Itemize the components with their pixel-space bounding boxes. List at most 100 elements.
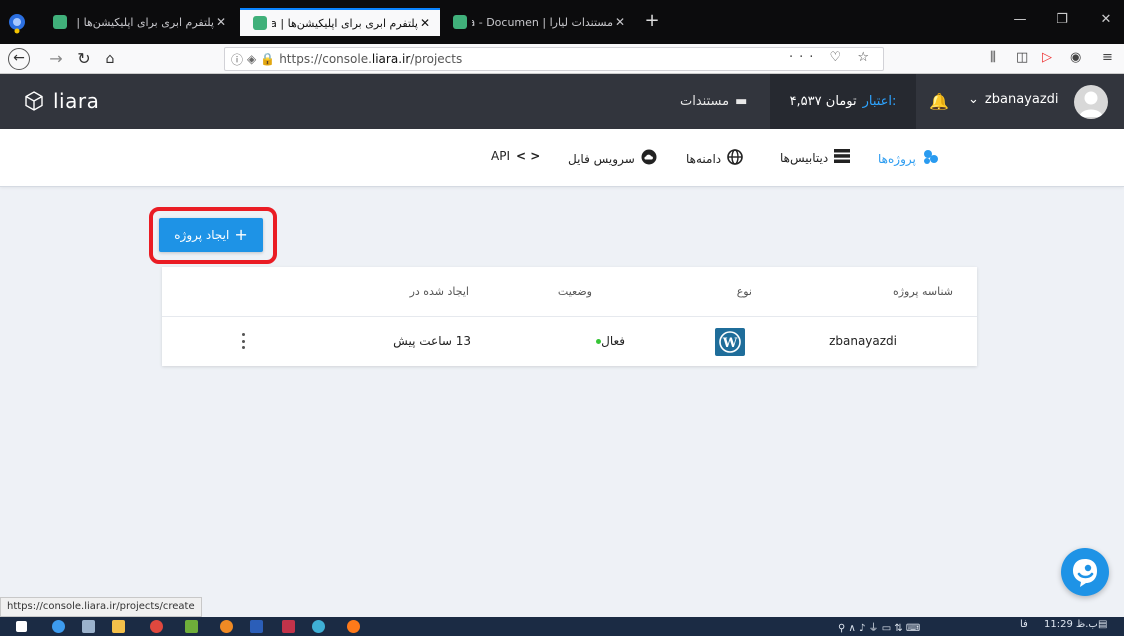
input-language[interactable]: فا (1020, 619, 1028, 630)
globe-icon (727, 149, 743, 168)
tray-icons[interactable]: ⚲ ∧ ♪ ⏚ ▭ ⇅ ⌨ (838, 619, 920, 634)
user-silhouette-icon (1079, 91, 1103, 117)
tab-file-service-label: سرویس فایل (568, 151, 635, 166)
table-row[interactable]: zbanayazdi W فعال 13 ساعت پیش (162, 317, 977, 366)
cortana-icon[interactable] (52, 620, 65, 633)
tab-title: پلتفرم ابری برای اپلیکیشن‌ها | Liara (272, 16, 418, 30)
restore-icon[interactable]: ❐ (1052, 12, 1072, 27)
main-nav: پروژه‌ها دیتابیس‌ها دامنه‌ها سرویس فایل … (0, 129, 1124, 187)
docs-icon: ▬ (735, 94, 748, 109)
page-actions-icon[interactable]: ··· ♡ ☆ (789, 50, 875, 65)
header-type: نوع (736, 285, 752, 298)
projects-icon (922, 149, 940, 168)
shield-icon[interactable]: ◈ (247, 52, 256, 66)
chat-bubble-icon (1073, 559, 1097, 587)
cell-project-id[interactable]: zbanayazdi (829, 334, 897, 348)
avatar[interactable] (1074, 85, 1108, 119)
tab-title: مستندات لیارا | Liara - Documen (472, 15, 613, 29)
chevron-down-icon: ⌄ (968, 92, 979, 107)
notifications-icon[interactable]: ▤ (1098, 619, 1107, 630)
back-arrow-icon[interactable]: ← (8, 48, 30, 70)
pocket-icon[interactable]: ▷ (1042, 50, 1052, 65)
table-header: شناسه پروژه نوع وضعیت ایجاد شده در (162, 267, 977, 317)
tab-close-icon[interactable]: ✕ (214, 15, 228, 29)
url-bar[interactable]: ⓘ ◈ 🔒 https://console. liara.ir/projects … (224, 47, 884, 71)
logo-text: liara (53, 89, 100, 113)
app-icon[interactable] (312, 620, 325, 633)
forward-arrow-icon[interactable]: → (44, 47, 68, 71)
user-menu[interactable]: ⌄ zbanayazdi (968, 92, 1059, 107)
windows-taskbar: ⚲ ∧ ♪ ⏚ ▭ ⇅ ⌨ فا 11:29 ب.ظ ▤ (0, 617, 1124, 636)
svg-text:W: W (722, 336, 738, 351)
windows-start-icon[interactable] (16, 621, 27, 632)
liara-favicon-icon (453, 15, 467, 29)
bell-icon[interactable]: 🔔 (929, 92, 949, 111)
header-status: وضعیت (557, 285, 592, 298)
row-kebab-menu-icon[interactable] (238, 330, 248, 352)
extension-icon[interactable]: ◉ (1070, 50, 1081, 65)
cell-created: 13 ساعت پیش (393, 334, 471, 348)
header-created: ایجاد شده در (409, 285, 469, 298)
liara-logo[interactable]: liara (25, 89, 99, 113)
tab-databases[interactable]: دیتابیس‌ها (780, 149, 851, 166)
url-path: /projects (410, 52, 463, 66)
task-view-icon[interactable] (82, 620, 95, 633)
plus-icon: + (234, 225, 248, 244)
tab-databases-label: دیتابیس‌ها (780, 150, 829, 165)
app-icon[interactable] (282, 620, 295, 633)
liara-favicon-icon (253, 16, 267, 30)
credit-label: اعتبار: (862, 94, 897, 109)
tab-close-icon[interactable]: ✕ (418, 16, 432, 30)
reload-icon[interactable]: ↻ (72, 47, 96, 71)
docs-link[interactable]: مستندات ▬ (680, 94, 747, 109)
credit-value: ۴,۵۳۷ تومان (789, 94, 857, 109)
app-icon[interactable] (185, 620, 198, 633)
status-bar-link: https://console.liara.ir/projects/create (0, 597, 202, 617)
home-icon[interactable]: ⌂ (98, 47, 122, 71)
cube-icon (25, 91, 43, 111)
url-scheme: https://console. (279, 52, 372, 66)
file-explorer-icon[interactable] (112, 620, 125, 633)
url-host: liara.ir (371, 52, 411, 66)
projects-table: شناسه پروژه نوع وضعیت ایجاد شده در zbana… (162, 267, 977, 366)
liara-favicon-icon (53, 15, 67, 29)
menu-icon[interactable]: ≡ (1102, 50, 1113, 65)
tab-close-icon[interactable]: ✕ (613, 15, 627, 29)
app-header: liara مستندات ▬ ۴,۵۳۷ تومان اعتبار: 🔔 ⌄ … (0, 74, 1124, 129)
database-icon (834, 149, 851, 166)
browser-toolbar: ← → ↻ ⌂ ⓘ ◈ 🔒 https://console. liara.ir/p… (0, 44, 1124, 74)
firefox-taskbar-icon[interactable] (347, 620, 360, 633)
credit-display: ۴,۵۳۷ تومان اعتبار: (770, 74, 916, 129)
tab-api[interactable]: API < > (491, 149, 540, 163)
docs-label: مستندات (680, 94, 730, 109)
tab-liara-1[interactable]: پلتفرم ابری برای اپلیکیشن‌ها | Liara ✕ (40, 8, 236, 36)
tab-domains-label: دامنه‌ها (686, 151, 722, 166)
tab-projects[interactable]: پروژه‌ها (878, 149, 940, 168)
code-icon: < > (515, 149, 541, 163)
support-chat-button[interactable] (1061, 548, 1109, 596)
tab-domains[interactable]: دامنه‌ها (686, 149, 743, 168)
tab-liara-docs[interactable]: مستندات لیارا | Liara - Documen ✕ (440, 8, 635, 36)
firefox-icon[interactable] (6, 10, 28, 34)
tab-file-service[interactable]: سرویس فایل (568, 149, 657, 168)
lock-icon[interactable]: 🔒 (260, 52, 275, 66)
create-project-button[interactable]: + ایجاد پروژه (159, 218, 263, 252)
info-icon[interactable]: ⓘ (231, 51, 243, 68)
tab-liara-active[interactable]: پلتفرم ابری برای اپلیکیشن‌ها | Liara ✕ (240, 8, 440, 36)
header-project-id: شناسه پروژه (892, 285, 953, 298)
minimize-icon[interactable]: — (1010, 12, 1030, 27)
clock[interactable]: 11:29 ب.ظ (1044, 619, 1098, 630)
window-close-icon[interactable]: ✕ (1096, 12, 1116, 27)
browser-tab-strip: پلتفرم ابری برای اپلیکیشن‌ها | Liara ✕ پ… (0, 0, 1124, 44)
app-icon[interactable] (220, 620, 233, 633)
cloud-icon (641, 149, 657, 168)
word-icon[interactable] (250, 620, 263, 633)
tab-projects-label: پروژه‌ها (878, 151, 916, 166)
create-project-label: ایجاد پروژه (174, 228, 230, 242)
chrome-icon[interactable] (150, 620, 163, 633)
tab-api-label: API (491, 149, 510, 163)
sidebar-icon[interactable]: ◫ (1016, 50, 1028, 65)
library-icon[interactable]: ⫼ (990, 50, 996, 65)
new-tab-button[interactable]: + (640, 10, 664, 34)
tab-title: پلتفرم ابری برای اپلیکیشن‌ها | Liara (72, 15, 214, 29)
